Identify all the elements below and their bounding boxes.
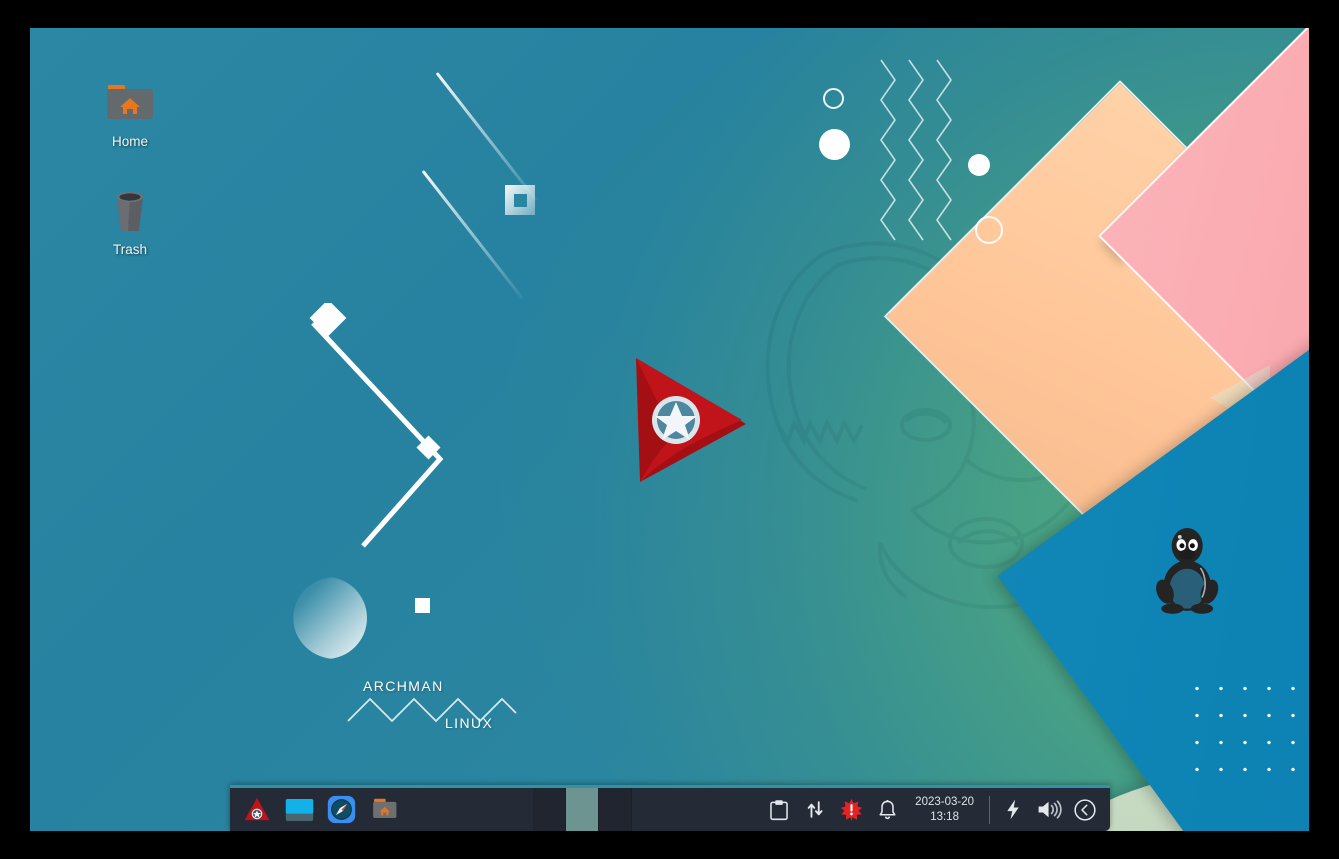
trash-bin-icon — [84, 186, 176, 236]
clock-time: 13:18 — [930, 810, 959, 823]
taskbar[interactable]: 2023-03-20 13:18 — [230, 785, 1110, 831]
archman-linux-wordmark: ARCHMAN LINUX — [340, 673, 525, 743]
system-tray[interactable]: 2023-03-20 13:18 — [762, 788, 1110, 831]
wallpaper-circle-outline-2 — [975, 216, 1003, 244]
bell-icon — [879, 799, 896, 820]
tray-notifications-button[interactable] — [870, 790, 904, 830]
chevron-left-circle-icon — [1074, 798, 1096, 821]
screen-frame: ARCHMAN LINUX Home Trash 2023-03-20 13:1… — [0, 0, 1339, 859]
desktop-icon-trash[interactable]: Trash — [84, 186, 176, 257]
folder-home-icon — [84, 78, 176, 128]
wallpaper-small-square — [415, 598, 430, 613]
tray-separator — [989, 795, 990, 824]
desktop-icon-trash-label: Trash — [112, 242, 147, 257]
wallpaper-vertical-zigzags — [875, 58, 955, 248]
archman-arrow-logo-icon — [628, 350, 753, 490]
update-star-icon — [840, 798, 862, 821]
wallpaper-circle-filled-1 — [819, 129, 850, 160]
taskbar-clock[interactable]: 2023-03-20 13:18 — [906, 795, 983, 824]
desktop-icon-home[interactable]: Home — [84, 78, 176, 149]
taskbar-launcher-terminal[interactable] — [280, 791, 318, 829]
tray-expand-button[interactable] — [1068, 790, 1102, 830]
tray-network-button[interactable] — [798, 790, 832, 830]
taskbar-launcher-menu[interactable] — [238, 791, 276, 829]
taskbar-launchers[interactable] — [230, 788, 402, 831]
taskbar-window-list[interactable] — [402, 788, 762, 831]
tray-power-button[interactable] — [996, 790, 1030, 830]
arch-logo-icon — [244, 798, 270, 821]
tray-volume-button[interactable] — [1032, 790, 1066, 830]
workspace-button-2-active[interactable] — [565, 788, 599, 831]
tray-updates-button[interactable] — [834, 790, 868, 830]
speaker-volume-icon — [1038, 800, 1062, 819]
wallpaper-circle-filled-2 — [968, 154, 990, 176]
workspace-button-3[interactable] — [598, 788, 632, 831]
lightning-bolt-icon — [1007, 799, 1019, 820]
tux-penguin-icon — [1150, 526, 1224, 619]
wallpaper-dot-grid — [1185, 675, 1309, 780]
terminal-window-icon — [285, 798, 313, 821]
desktop-wallpaper: ARCHMAN LINUX — [30, 28, 1309, 831]
clock-date: 2023-03-20 — [915, 796, 974, 809]
wallpaper-square-outline — [505, 185, 535, 215]
clipboard-icon — [770, 799, 788, 820]
wallpaper-circle-outline-1 — [823, 88, 844, 109]
workspace-switcher[interactable] — [532, 788, 632, 831]
compass-browser-icon — [327, 795, 355, 824]
desktop-surface[interactable]: ARCHMAN LINUX Home Trash 2023-03-20 13:1… — [30, 28, 1309, 831]
taskbar-launcher-filemanager[interactable] — [364, 791, 402, 829]
workspace-button-1[interactable] — [532, 788, 566, 831]
tray-clipboard-button[interactable] — [762, 790, 796, 830]
taskbar-launcher-browser[interactable] — [322, 791, 360, 829]
wallpaper-chevron-line — [305, 303, 465, 553]
network-updown-icon — [807, 801, 823, 818]
folder-home-icon — [373, 798, 397, 818]
desktop-icon-home-label: Home — [111, 134, 148, 149]
